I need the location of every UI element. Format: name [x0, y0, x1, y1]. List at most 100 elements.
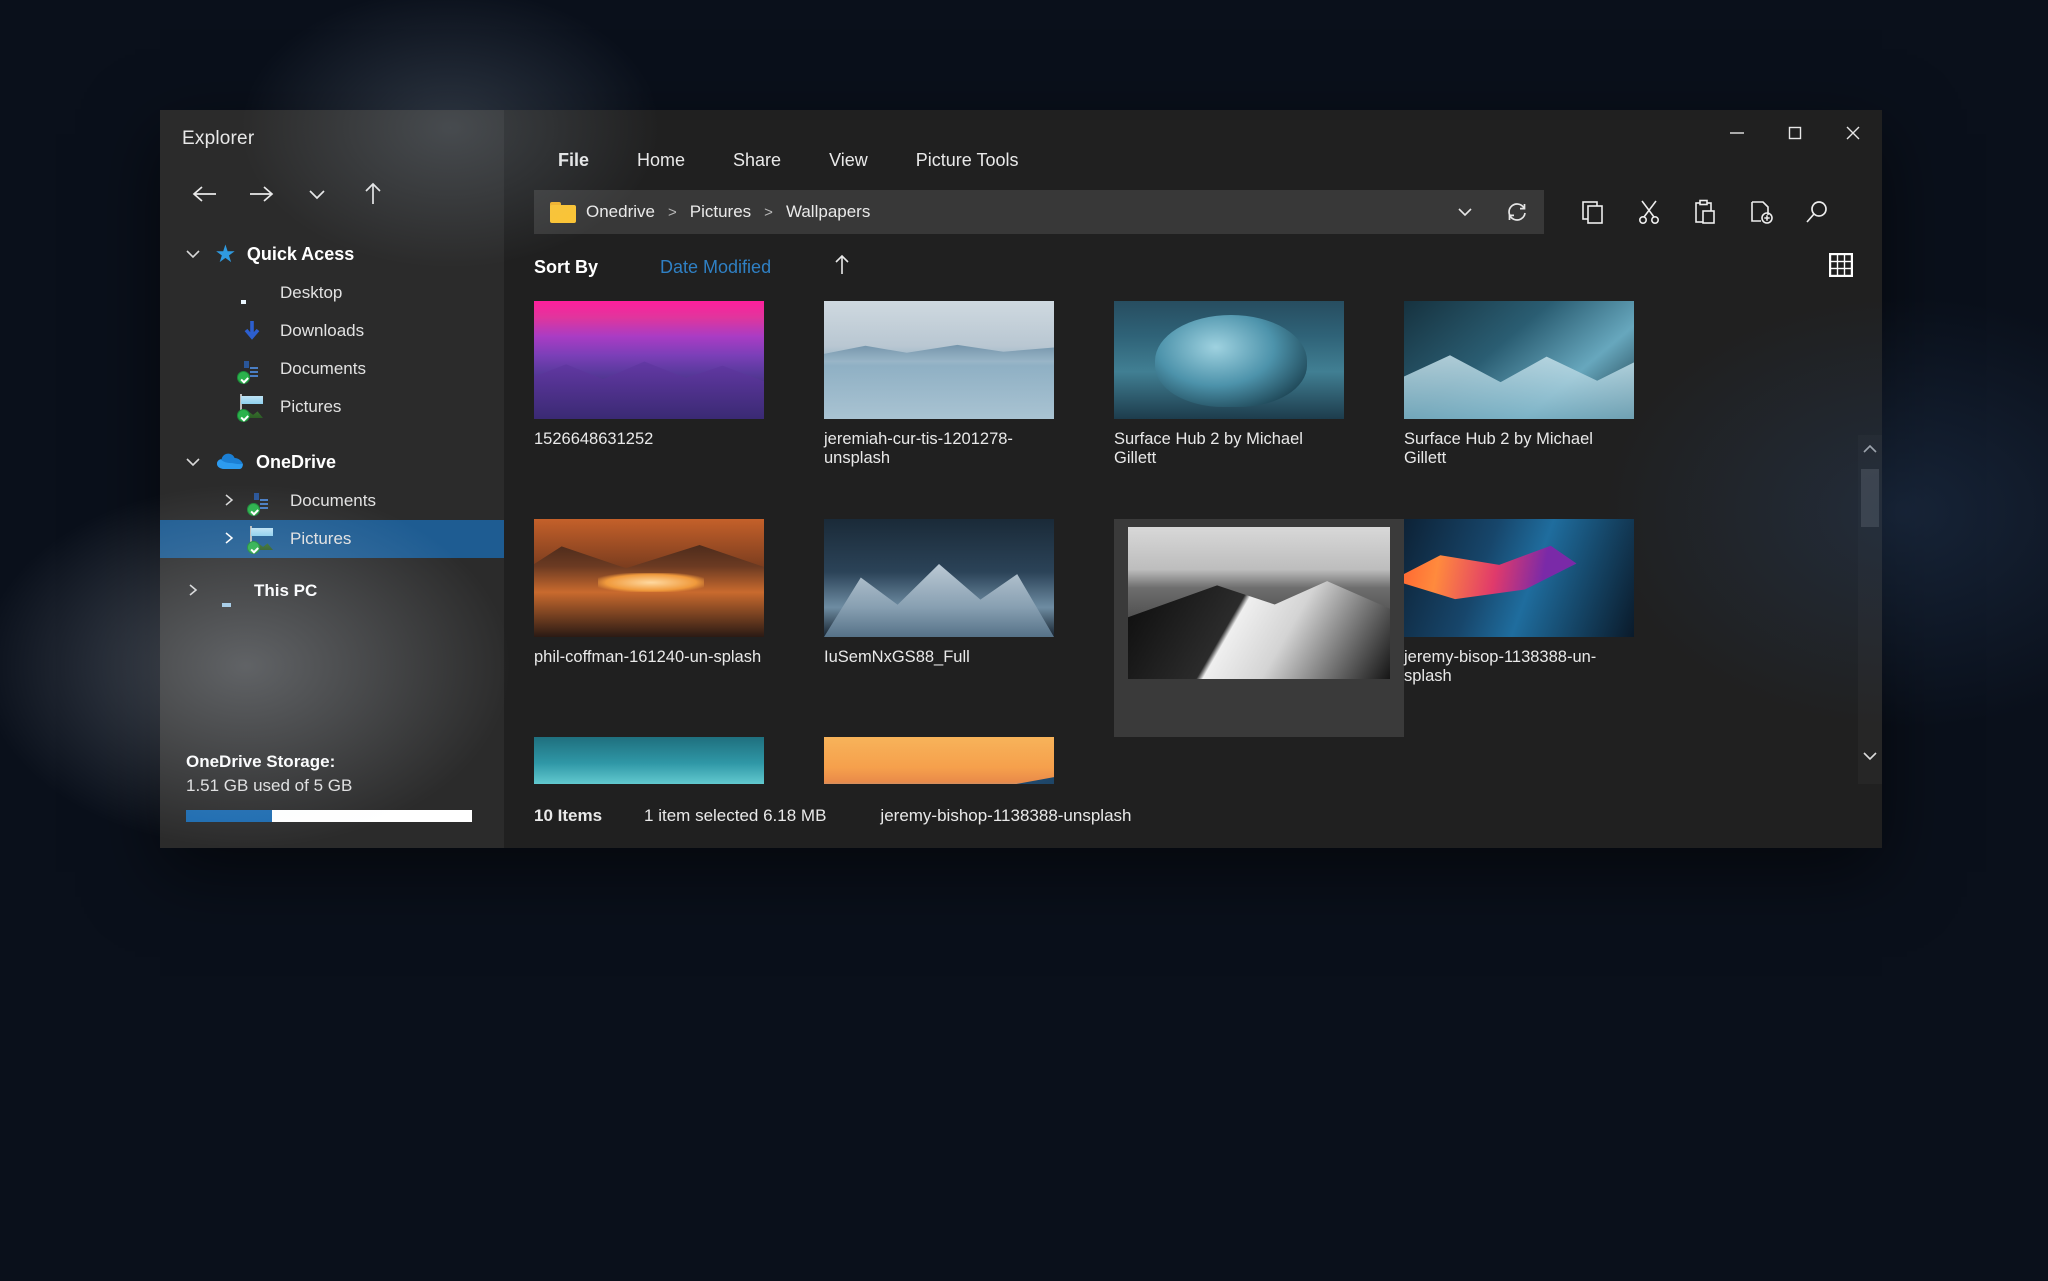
storage-progress-fill	[186, 810, 272, 822]
sidebar-item-downloads[interactable]: Downloads	[160, 312, 504, 350]
file-thumbnail	[1404, 519, 1634, 637]
scroll-down-icon[interactable]	[1858, 742, 1882, 770]
document-icon	[237, 357, 266, 384]
cut-icon[interactable]	[1626, 190, 1672, 234]
navigation-buttons	[160, 150, 504, 212]
storage-title: OneDrive Storage:	[186, 752, 336, 771]
paste-icon[interactable]	[1682, 190, 1728, 234]
folder-tree: ★ Quick Acess Desktop Downloads Document…	[160, 234, 504, 610]
sort-by-value[interactable]: Date Modified	[660, 257, 771, 278]
star-icon: ★	[216, 242, 235, 266]
grid-view-icon[interactable]	[1828, 252, 1854, 283]
tab-picture-tools[interactable]: Picture Tools	[892, 144, 1043, 177]
file-item[interactable]: jeremiah-cur-tis-1201278-unsplash	[824, 301, 1114, 519]
file-name: 1526648631252	[534, 430, 654, 448]
storage-detail: 1.51 GB used of 5 GB	[186, 776, 353, 795]
chevron-right-icon[interactable]	[182, 583, 204, 600]
file-thumbnail	[1114, 301, 1344, 419]
file-name: Surface Hub 2 by Michael Gillett	[1114, 430, 1303, 467]
picture-icon	[237, 394, 266, 422]
desktop-icon	[240, 281, 266, 305]
file-name: phil-coffman-161240-un-splash	[534, 648, 762, 666]
ribbon-tabs: File Home Share View Picture Tools	[504, 140, 1882, 180]
file-item[interactable]: carlo-knell-1204444-un-splash	[824, 737, 1114, 784]
file-item[interactable]: Surface Hub 2 by Michael Gillett	[1114, 301, 1404, 519]
vertical-scrollbar[interactable]	[1858, 435, 1882, 784]
storage-progress-bar	[186, 810, 472, 822]
up-button[interactable]	[350, 176, 396, 212]
file-item-selected[interactable]	[1114, 519, 1404, 737]
address-bar[interactable]: Onedrive > Pictures > Wallpapers	[534, 190, 1544, 234]
file-item[interactable]: IuSemNxGS88_Full	[824, 519, 1114, 737]
tab-view[interactable]: View	[805, 144, 892, 177]
pc-icon	[214, 579, 240, 603]
file-explorer-window: Explorer ★ Quick Acess Desktop Downloads…	[160, 110, 1882, 848]
explorer-title: Explorer	[182, 128, 255, 149]
sidebar-item-desktop[interactable]: Desktop	[160, 274, 504, 312]
sort-direction-icon[interactable]	[833, 253, 851, 283]
onedrive-storage-panel: OneDrive Storage: 1.51 GB used of 5 GB	[160, 752, 504, 822]
sidebar-item-label: This PC	[254, 581, 318, 600]
scrollbar-thumb[interactable]	[1861, 469, 1879, 527]
scroll-up-icon[interactable]	[1858, 435, 1882, 463]
sidebar-item-label: Pictures	[290, 529, 352, 548]
file-item[interactable]: tim-patch-1112877-un-splash	[534, 737, 824, 784]
file-thumbnail	[1128, 527, 1390, 679]
status-selected-name: jeremy-bishop-1138388-unsplash	[880, 806, 1132, 825]
desktop-background: Explorer ★ Quick Acess Desktop Downloads…	[0, 0, 2048, 1281]
onedrive-cloud-icon	[216, 452, 244, 472]
forward-button[interactable]	[238, 176, 284, 212]
file-thumbnail	[1404, 301, 1634, 419]
file-name: jeremy-bisop-1138388-un-splash	[1404, 648, 1597, 685]
sync-badge-icon	[237, 371, 250, 384]
picture-icon	[247, 526, 276, 554]
address-dropdown-button[interactable]	[1444, 192, 1486, 232]
sidebar-item-onedrive-documents[interactable]: Documents	[160, 482, 504, 520]
chevron-right-icon[interactable]	[218, 531, 240, 548]
sidebar-item-pictures[interactable]: Pictures	[160, 388, 504, 426]
back-button[interactable]	[182, 176, 228, 212]
tree-group-onedrive[interactable]: OneDrive	[160, 442, 504, 482]
breadcrumb-separator: >	[667, 203, 677, 221]
sidebar-item-documents[interactable]: Documents	[160, 350, 504, 388]
breadcrumb-item-pictures[interactable]: Pictures	[690, 202, 751, 222]
file-grid: 1526648631252 jeremiah-cur-tis-1201278-u…	[534, 301, 1842, 784]
search-icon[interactable]	[1794, 190, 1840, 234]
command-toolbar	[1570, 190, 1840, 234]
file-thumbnail	[534, 301, 764, 419]
tab-share[interactable]: Share	[709, 144, 805, 177]
chevron-down-icon	[182, 456, 204, 468]
file-item[interactable]: phil-coffman-161240-un-splash	[534, 519, 824, 737]
tab-home[interactable]: Home	[613, 144, 709, 177]
tree-group-quick-access[interactable]: ★ Quick Acess	[160, 234, 504, 274]
sidebar-item-onedrive-pictures[interactable]: Pictures	[160, 520, 504, 558]
file-item[interactable]: jeremy-bisop-1138388-un-splash	[1404, 519, 1694, 737]
sidebar-item-label: Pictures	[280, 397, 342, 416]
breadcrumb-item-onedrive[interactable]: Onedrive	[586, 202, 655, 222]
sync-badge-icon	[237, 409, 250, 422]
file-name: IuSemNxGS88_Full	[824, 648, 970, 666]
download-arrow-icon	[240, 319, 266, 343]
sidebar-item-label: Desktop	[280, 283, 343, 302]
explorer-main-pane: File Home Share View Picture Tools Onedr…	[504, 110, 1882, 848]
file-item[interactable]: 1526648631252	[534, 301, 824, 519]
sort-by-label: Sort By	[534, 257, 599, 277]
file-name: jeremiah-cur-tis-1201278-unsplash	[824, 430, 1013, 467]
file-grid-area: 1526648631252 jeremiah-cur-tis-1201278-u…	[504, 283, 1882, 784]
document-icon	[247, 489, 276, 516]
breadcrumb-item-wallpapers[interactable]: Wallpapers	[786, 202, 870, 222]
new-item-icon[interactable]	[1738, 190, 1784, 234]
navigation-sidebar: Explorer ★ Quick Acess Desktop Downloads…	[160, 110, 504, 848]
file-thumbnail	[824, 519, 1054, 637]
sort-row: Sort By Date Modified	[504, 234, 1882, 283]
sidebar-item-label: Downloads	[280, 321, 365, 340]
folder-icon	[550, 201, 576, 223]
file-item[interactable]: Surface Hub 2 by Michael Gillett	[1404, 301, 1694, 519]
recent-locations-button[interactable]	[294, 176, 340, 212]
tab-file[interactable]: File	[534, 144, 613, 177]
copy-icon[interactable]	[1570, 190, 1616, 234]
sync-badge-icon	[247, 541, 260, 554]
refresh-button[interactable]	[1496, 192, 1538, 232]
chevron-right-icon[interactable]	[218, 493, 240, 510]
sidebar-item-this-pc[interactable]: This PC	[160, 572, 504, 610]
